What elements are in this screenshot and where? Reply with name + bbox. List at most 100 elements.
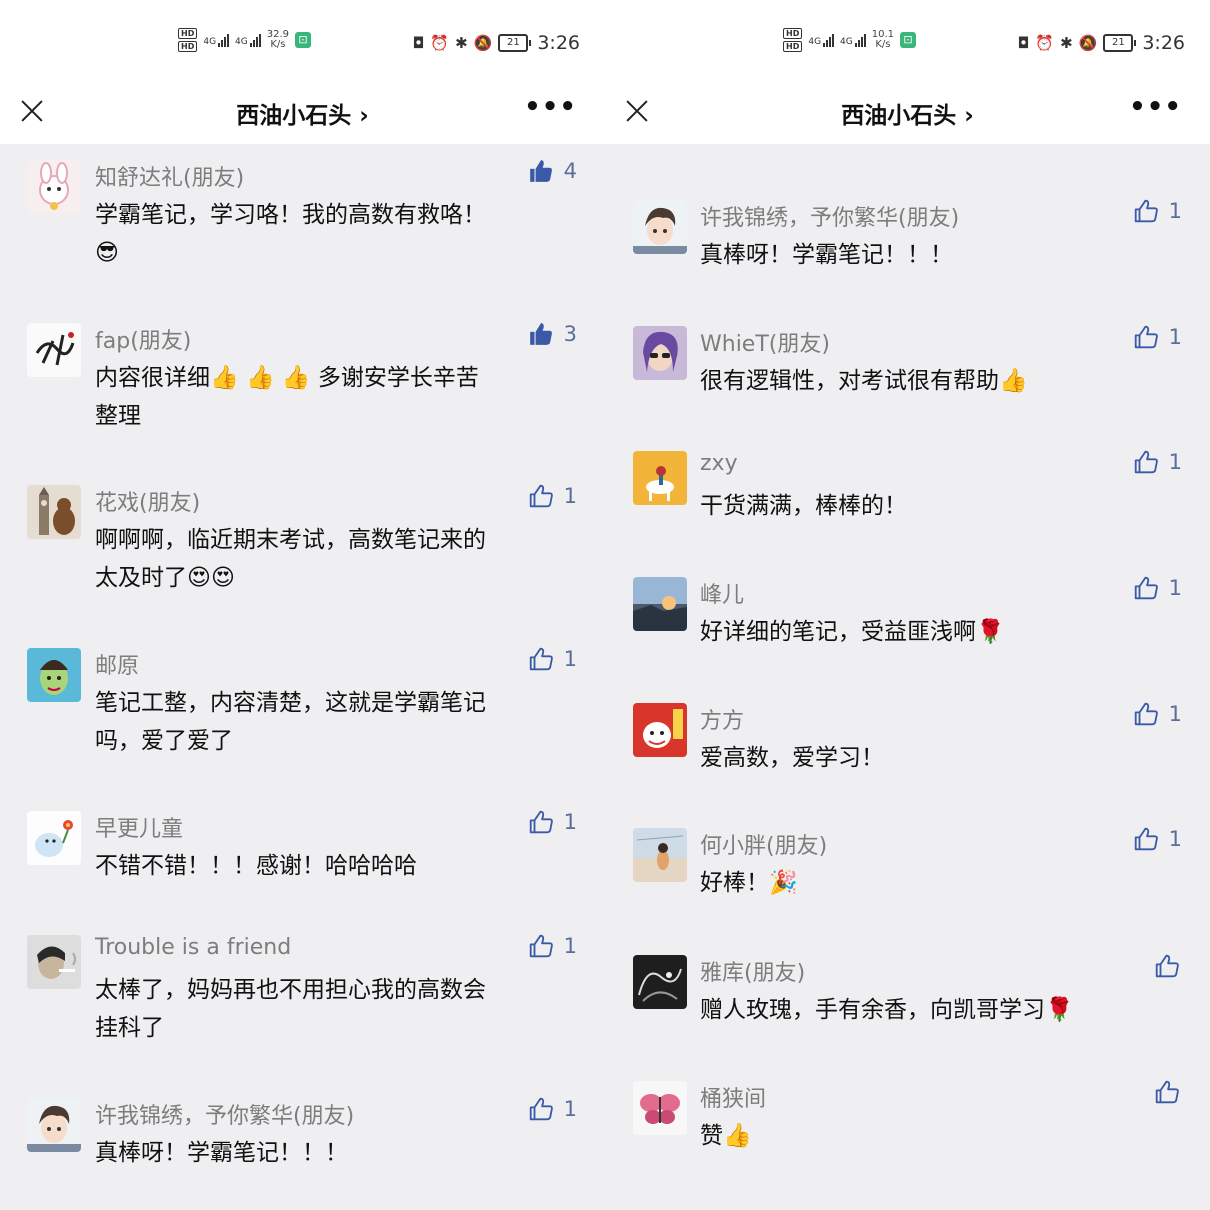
comment-item[interactable]: 许我锦绣，予你繁华(朋友) 真棒呀！学霸笔记！！！ 1 — [0, 1084, 605, 1210]
comment-item[interactable]: WhieT(朋友) 很有逻辑性，对考试很有帮助👍 1 — [605, 312, 1210, 442]
like-count: 3 — [563, 322, 577, 346]
like-button[interactable]: 1 — [528, 483, 577, 509]
like-button[interactable]: 3 — [528, 321, 577, 347]
like-button[interactable]: 1 — [528, 646, 577, 672]
commenter-name[interactable]: zxy — [700, 451, 738, 476]
commenter-name[interactable]: 峰儿 — [700, 577, 744, 609]
anime-boy-avatar[interactable] — [633, 200, 687, 254]
like-count: 1 — [563, 1097, 577, 1121]
comment-item[interactable]: zxy 干货满满，棒棒的！ 1 — [605, 437, 1210, 567]
more-menu-icon[interactable]: ••• — [1129, 92, 1182, 122]
comment-item[interactable]: 方方爱高数，爱学习！ 1 — [605, 689, 1210, 819]
left-screenshot-panel: HD HD 4G 4G 32.9 K/s ⊡ ◘ ⏰ ✱ 🔕 21 3:26 西油小… — [0, 0, 605, 1210]
anime-boy-avatar[interactable] — [27, 1098, 81, 1152]
commenter-name[interactable]: 花戏(朋友) — [95, 485, 200, 517]
commenter-name[interactable]: fap(朋友) — [95, 323, 191, 355]
cartoon-flower-avatar[interactable] — [27, 811, 81, 865]
clock: 3:26 — [1142, 32, 1185, 54]
thumbs-up-icon — [1133, 575, 1159, 601]
alarm-icon: ⏰ — [1035, 34, 1055, 52]
comment-text: 爱高数，爱学习！ — [700, 745, 884, 771]
comment-item[interactable]: 峰儿 好详细的笔记，受益匪浅啊🌹 1 — [605, 563, 1210, 693]
like-button[interactable]: 1 — [528, 1096, 577, 1122]
like-button[interactable] — [1154, 1079, 1180, 1105]
commenter-name[interactable]: WhieT(朋友) — [700, 326, 830, 358]
like-count: 1 — [563, 647, 577, 671]
comment-item[interactable]: 桶狭间赞👍 — [605, 1067, 1210, 1197]
dragon-sketch-avatar[interactable] — [633, 955, 687, 1009]
hd-indicator: HD HD — [783, 28, 803, 52]
comment-text: 不错不错！！！感谢！哈哈哈哈 — [95, 853, 417, 879]
comment-item[interactable]: 许我锦绣，予你繁华(朋友) 真棒呀！学霸笔记！！！ 1 — [605, 186, 1210, 316]
status-left: HD HD 4G 4G 32.9 K/s ⊡ — [178, 28, 312, 52]
horse-rider-avatar[interactable] — [633, 451, 687, 505]
comment-text: 真棒呀！学霸笔记！！！ — [700, 242, 953, 268]
thumbs-up-icon — [1133, 198, 1159, 224]
page-title[interactable]: 西油小石头 › — [0, 96, 605, 130]
like-button[interactable]: 1 — [1133, 449, 1182, 475]
commenter-name[interactable]: 邮原 — [95, 648, 139, 680]
commenter-name[interactable]: 知舒达礼(朋友) — [95, 160, 244, 192]
comment-item[interactable]: Trouble is a friend 太棒了，妈妈再也不用担心我的高数会 挂科了 1 — [0, 921, 605, 1051]
commenter-name[interactable]: 雅库(朋友) — [700, 955, 805, 987]
like-count: 4 — [563, 159, 577, 183]
girl-sunglasses-avatar[interactable] — [633, 326, 687, 380]
like-count: 1 — [563, 934, 577, 958]
like-button[interactable]: 1 — [528, 933, 577, 959]
like-button[interactable]: 1 — [1133, 701, 1182, 727]
comment-text: 好棒！🎉 — [700, 870, 798, 896]
like-button[interactable]: 4 — [528, 158, 577, 184]
commenter-name[interactable]: 方方 — [700, 703, 744, 735]
calligraphy-avatar[interactable] — [27, 323, 81, 377]
status-right: ◘ ⏰ ✱ 🔕 21 3:26 — [1018, 32, 1186, 54]
comment-text: 赞👍 — [700, 1123, 752, 1149]
butterfly-avatar[interactable] — [633, 1081, 687, 1135]
comment-text: 赠人玫瑰，手有余香，向凯哥学习🌹 — [700, 997, 1074, 1023]
alarm-icon: ⏰ — [430, 34, 450, 52]
comment-item[interactable]: 何小胖(朋友) 好棒！🎉 1 — [605, 814, 1210, 944]
like-count: 1 — [1168, 576, 1182, 600]
painted-face-avatar[interactable] — [27, 648, 81, 702]
thumbs-up-icon — [1133, 324, 1159, 350]
like-button[interactable] — [1154, 953, 1180, 979]
like-button[interactable]: 1 — [1133, 826, 1182, 852]
like-button[interactable]: 1 — [1133, 198, 1182, 224]
commenter-name[interactable]: Trouble is a friend — [95, 935, 291, 960]
comment-text: 学霸笔记，学习咯！我的高数有救咯！ — [95, 202, 486, 228]
bigben-bear-avatar[interactable] — [27, 485, 81, 539]
app-lock-icon: ⊡ — [900, 32, 917, 48]
smoking-man-avatar[interactable] — [27, 935, 81, 989]
page-title[interactable]: 西油小石头 › — [605, 96, 1210, 130]
like-button[interactable]: 1 — [528, 809, 577, 835]
signal-icon: 4G — [203, 33, 230, 47]
comment-text: 真棒呀！学霸笔记！！！ — [95, 1140, 348, 1166]
more-menu-icon[interactable]: ••• — [524, 92, 577, 122]
commenter-name[interactable]: 许我锦绣，予你繁华(朋友) — [700, 200, 959, 232]
sunset-avatar[interactable] — [633, 577, 687, 631]
commenter-name[interactable]: 何小胖(朋友) — [700, 828, 827, 860]
sunglasses-emoji-icon: 😎 — [95, 240, 119, 266]
comment-item[interactable]: 早更儿童不错不错！！！感谢！哈哈哈哈 1 — [0, 797, 605, 927]
status-right: ◘ ⏰ ✱ 🔕 21 3:26 — [413, 32, 581, 54]
comment-text: 内容很详细👍 👍 👍 多谢安学长辛苦 — [95, 365, 479, 391]
red-cartoon-avatar[interactable] — [633, 703, 687, 757]
thumbs-up-filled-icon — [528, 321, 554, 347]
signal-icon: 4G — [235, 33, 261, 47]
commenter-name[interactable]: 桶狭间 — [700, 1081, 766, 1113]
comment-text: 太棒了，妈妈再也不用担心我的高数会 — [95, 977, 486, 1003]
comment-item[interactable]: fap(朋友) 内容很详细👍 👍 👍 多谢安学长辛苦 整理 3 — [0, 309, 605, 439]
comment-item[interactable]: 雅库(朋友) 赠人玫瑰，手有余香，向凯哥学习🌹 — [605, 941, 1210, 1071]
comment-item[interactable]: 知舒达礼(朋友) 学霸笔记，学习咯！我的高数有救咯！ 😎 4 — [0, 146, 605, 276]
commenter-name[interactable]: 早更儿童 — [95, 811, 183, 843]
like-count: 1 — [1168, 450, 1182, 474]
beach-girl-avatar[interactable] — [633, 828, 687, 882]
like-count: 1 — [1168, 199, 1182, 223]
comment-item[interactable]: 花戏(朋友) 啊啊啊，临近期末考试，高数笔记来的 太及时了😍😍 1 — [0, 471, 605, 601]
like-button[interactable]: 1 — [1133, 575, 1182, 601]
like-button[interactable]: 1 — [1133, 324, 1182, 350]
bunny-avatar[interactable] — [27, 160, 81, 214]
commenter-name[interactable]: 许我锦绣，予你繁华(朋友) — [95, 1098, 354, 1130]
comment-list: 知舒达礼(朋友) 学霸笔记，学习咯！我的高数有救咯！ 😎 4 fap(朋友) 内容很详细👍… — [0, 144, 605, 1210]
comment-item[interactable]: 邮原 笔记工整，内容清楚，这就是学霸笔记 吗，爱了爱了 1 — [0, 634, 605, 764]
like-count: 1 — [563, 484, 577, 508]
